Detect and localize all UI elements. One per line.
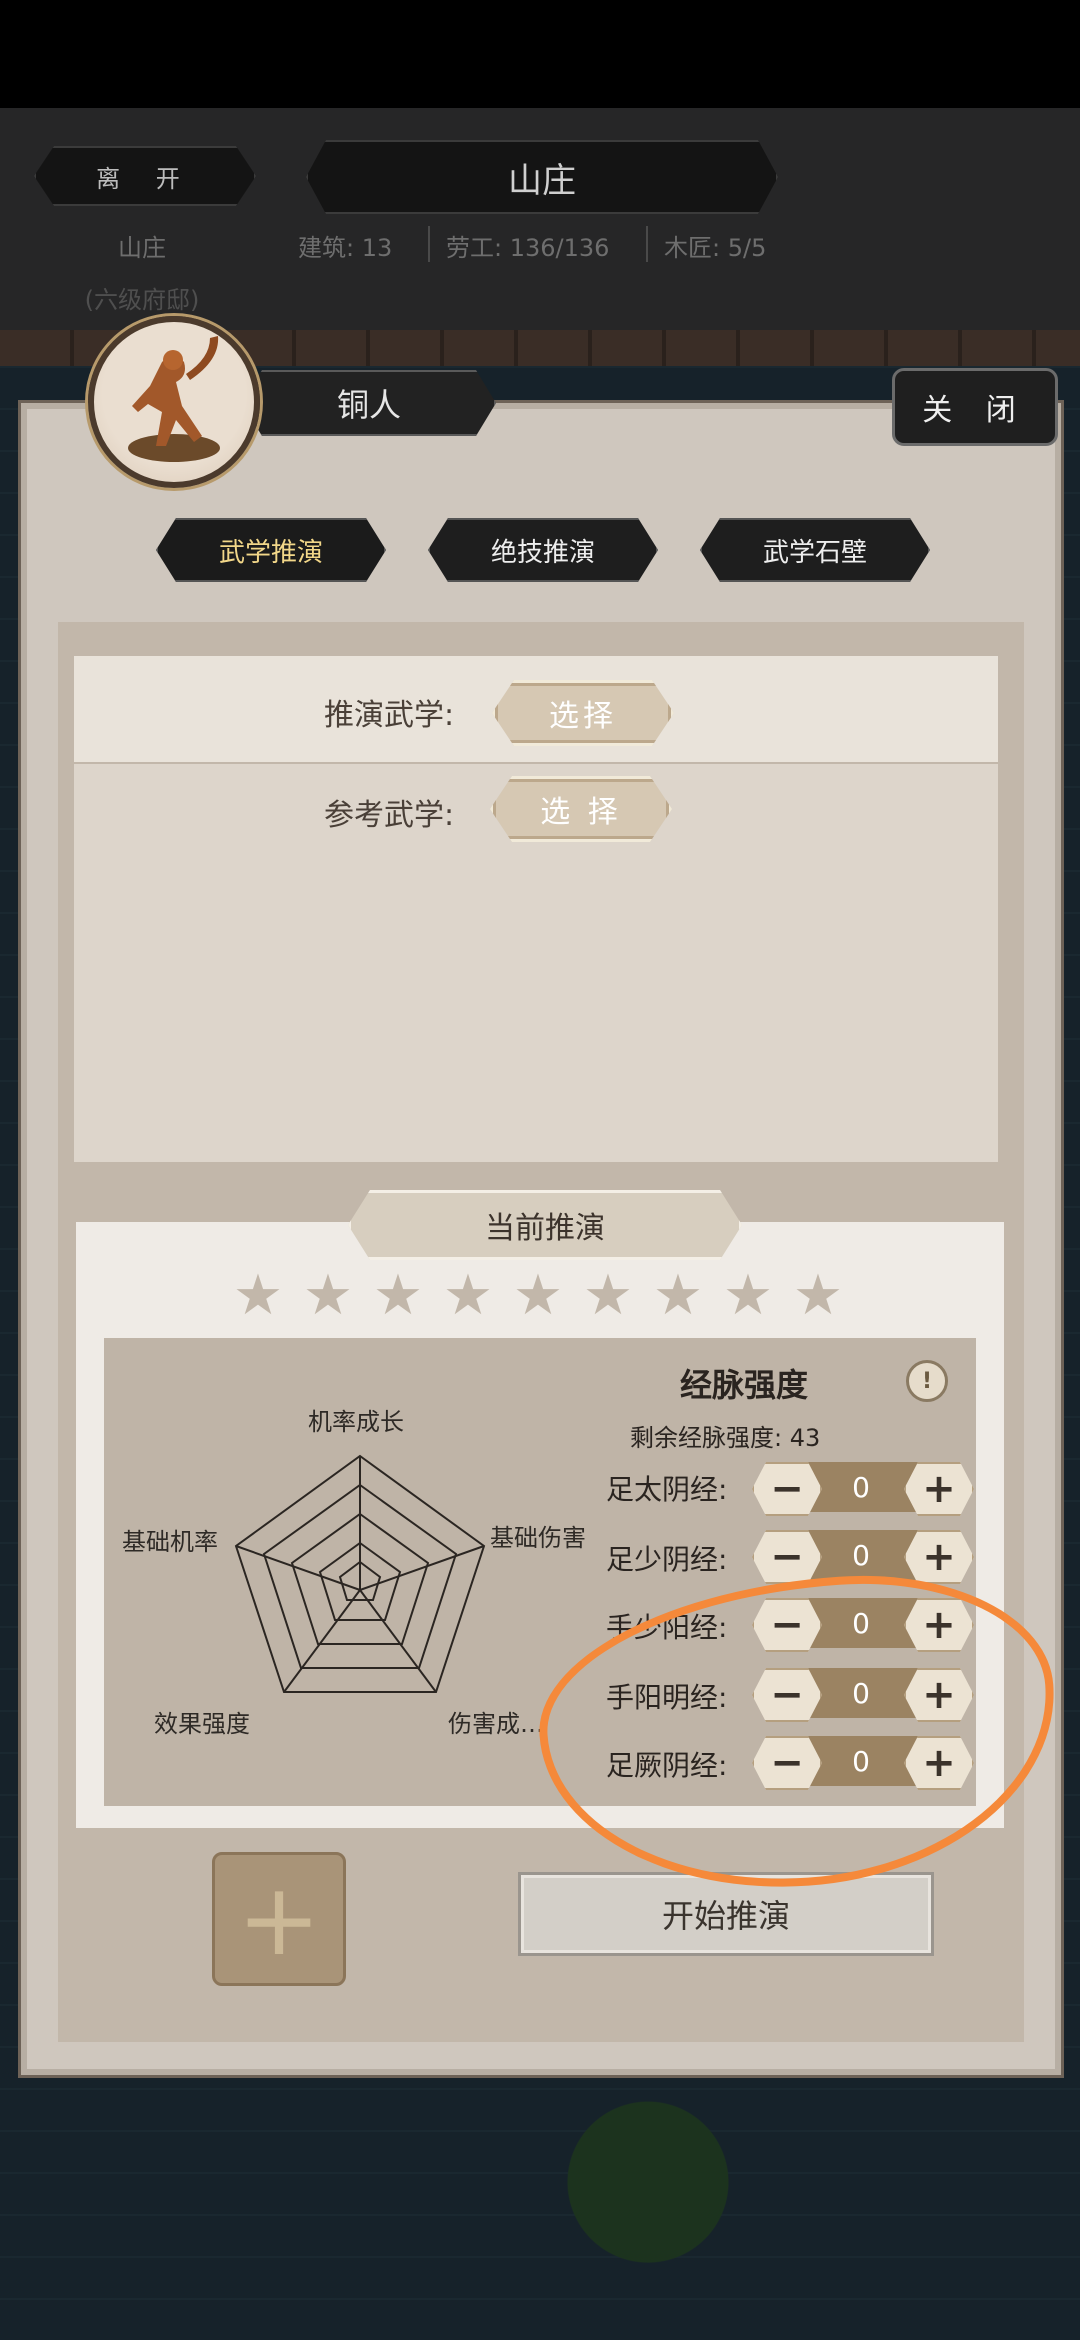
select-reference-button[interactable]: 选 择	[490, 776, 672, 842]
deduce-martial-label: 推演武学:	[324, 698, 455, 733]
buildings-stat: 建筑: 13	[298, 234, 393, 262]
character-name-tag: 铜人	[242, 370, 496, 436]
leave-button[interactable]: 离 开	[34, 146, 256, 206]
location-name: 山庄	[118, 234, 166, 262]
star-icon: ★	[792, 1263, 844, 1328]
star-icon: ★	[372, 1263, 424, 1328]
plus-button[interactable]: +	[904, 1462, 974, 1516]
radar-label-left: 基础机率	[122, 1528, 218, 1556]
radar-label-top: 机率成长	[308, 1408, 404, 1436]
minus-button[interactable]: −	[752, 1462, 822, 1516]
plus-button[interactable]: +	[904, 1530, 974, 1584]
carpenters-stat: 木匠: 5/5	[664, 234, 767, 262]
star-icon: ★	[722, 1263, 774, 1328]
tab-skill-deduction[interactable]: 绝技推演	[428, 518, 658, 582]
select-deduce-button[interactable]: 选择	[492, 680, 674, 746]
remaining-strength: 剩余经脉强度: 43	[630, 1424, 821, 1452]
top-status-area	[0, 0, 1080, 108]
info-icon[interactable]: !	[906, 1360, 948, 1402]
star-icon: ★	[442, 1263, 494, 1328]
star-icon: ★	[652, 1263, 704, 1328]
location-rank: (六级府邸)	[84, 286, 200, 314]
radar-chart	[234, 1454, 486, 1693]
radar-label-bottom-left: 效果强度	[154, 1710, 250, 1738]
meridian-strength-title: 经脉强度	[680, 1366, 809, 1404]
meridian-label: 足少阴经:	[606, 1543, 728, 1576]
character-avatar	[88, 316, 260, 488]
star-icon: ★	[512, 1263, 564, 1328]
close-button[interactable]: 关 闭	[892, 368, 1058, 446]
meridian-label: 足太阴经:	[606, 1473, 728, 1506]
minus-button[interactable]: −	[752, 1530, 822, 1584]
radar-label-bottom-right: 伤害成…	[448, 1710, 544, 1738]
star-icon: ★	[582, 1263, 634, 1328]
divider	[646, 226, 648, 262]
meridian-value: 0	[852, 1470, 870, 1504]
reference-martial-label: 参考武学:	[324, 798, 455, 833]
divider	[428, 226, 430, 262]
meridian-value: 0	[852, 1538, 870, 1572]
start-deduction-button[interactable]: 开始推演	[518, 1872, 934, 1956]
tab-martial-deduction[interactable]: 武学推演	[156, 518, 386, 582]
star-icon: ★	[232, 1263, 284, 1328]
tab-martial-stone-wall[interactable]: 武学石壁	[700, 518, 930, 582]
labor-stat: 劳工: 136/136	[446, 234, 610, 262]
location-title: 山庄	[306, 140, 778, 214]
current-deduction-title: 当前推演	[348, 1190, 742, 1260]
add-slot-button[interactable]: +	[212, 1852, 346, 1986]
radar-label-right: 基础伤害	[490, 1524, 586, 1552]
star-icon: ★	[302, 1263, 354, 1328]
bronze-figure-icon	[128, 336, 220, 462]
